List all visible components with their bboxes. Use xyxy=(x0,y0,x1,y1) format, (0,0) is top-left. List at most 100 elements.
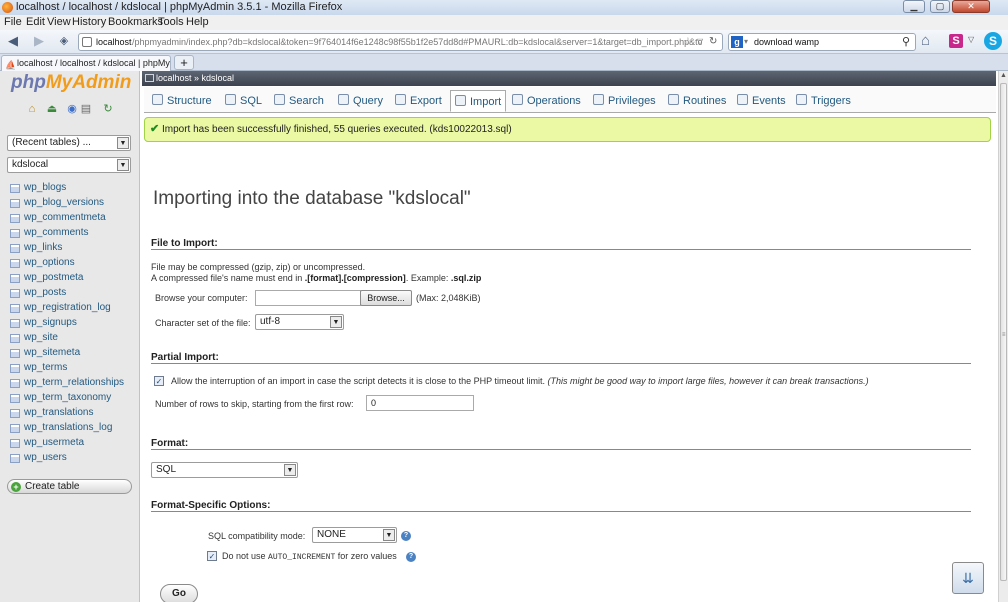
table-link[interactable]: wp_terms xyxy=(10,361,138,375)
no-auto-increment-label: Do not use AUTO_INCREMENT for zero value… xyxy=(222,551,397,562)
table-icon xyxy=(10,199,20,208)
menu-help[interactable]: Help xyxy=(186,15,209,30)
table-link[interactable]: wp_usermeta xyxy=(10,436,138,450)
table-link[interactable]: wp_commentmeta xyxy=(10,211,138,225)
documentation-icon[interactable]: ▤ xyxy=(80,103,92,115)
max-size-note: (Max: 2,048KiB) xyxy=(416,293,481,303)
search-engine-dropdown-icon[interactable]: ▾ xyxy=(744,34,748,50)
tab-structure[interactable]: Structure xyxy=(152,90,212,112)
reload-icon[interactable]: ↻ xyxy=(709,34,717,50)
format-select[interactable]: SQL ▼ xyxy=(151,462,298,478)
table-icon xyxy=(10,184,20,193)
table-link[interactable]: wp_registration_log xyxy=(10,301,138,315)
browser-tab[interactable]: ⛵ localhost / localhost / kdslocal | php… xyxy=(1,55,171,71)
address-bar[interactable]: localhost /phpmyadmin/index.php?db=kdslo… xyxy=(78,33,723,51)
export-icon xyxy=(395,94,406,105)
phpmyadmin-logo[interactable]: phpMyAdmin xyxy=(11,72,131,94)
tab-triggers[interactable]: Triggers xyxy=(796,90,851,112)
plus-icon: + xyxy=(11,482,21,492)
skip-rows-input[interactable]: 0 xyxy=(366,395,474,411)
database-select[interactable]: kdslocal ▼ xyxy=(7,157,131,173)
addon-s-icon[interactable]: S xyxy=(949,34,963,48)
tab-query[interactable]: Query xyxy=(338,90,383,112)
browse-button[interactable]: Browse... xyxy=(360,290,412,306)
home-icon[interactable]: ⌂ xyxy=(921,33,937,49)
history-dropdown-icon[interactable]: ▽ xyxy=(697,34,703,50)
menu-tools[interactable]: Tools xyxy=(158,15,184,30)
table-link[interactable]: wp_comments xyxy=(10,226,138,240)
logout-icon[interactable]: ⏏ xyxy=(46,103,58,115)
maximize-button[interactable]: ▢ xyxy=(930,0,950,13)
minimize-button[interactable]: ▁ xyxy=(903,0,925,13)
search-icon[interactable]: ⚲ xyxy=(902,34,910,50)
bookmark-star-icon[interactable]: ☆ xyxy=(683,34,693,50)
window-titlebar: localhost / localhost / kdslocal | phpMy… xyxy=(0,0,1008,15)
close-window-button[interactable]: ✕ xyxy=(952,0,990,13)
navigation-toolbar: ◀ ▶ ◈ localhost /phpmyadmin/index.php?db… xyxy=(0,30,1008,54)
scroll-up-icon[interactable]: ▲ xyxy=(999,71,1008,81)
table-link[interactable]: wp_posts xyxy=(10,286,138,300)
scrollbar-thumb[interactable]: ≡ xyxy=(1000,83,1007,581)
scroll-to-top-widget-icon[interactable]: ⇊ xyxy=(952,562,984,594)
search-input[interactable]: download wamp xyxy=(754,34,819,50)
tab-privileges[interactable]: Privileges xyxy=(593,90,656,112)
back-icon[interactable]: ◀ xyxy=(5,33,21,49)
table-link[interactable]: wp_blog_versions xyxy=(10,196,138,210)
menu-bookmarks[interactable]: Bookmarks xyxy=(108,15,163,30)
grip-icon: ≡ xyxy=(1002,332,1006,338)
menu-view[interactable]: View xyxy=(47,15,71,30)
forward-icon[interactable]: ▶ xyxy=(31,33,47,49)
new-tab-button[interactable]: + xyxy=(174,55,194,70)
server-icon xyxy=(145,74,154,82)
vertical-scrollbar[interactable]: ▲ ≡ xyxy=(998,71,1008,602)
site-identity-icon[interactable]: ◈ xyxy=(56,33,72,49)
go-button[interactable]: Go xyxy=(160,584,198,602)
no-auto-increment-checkbox[interactable]: ✓ xyxy=(207,551,217,561)
table-link[interactable]: wp_postmeta xyxy=(10,271,138,285)
skype-icon[interactable]: S xyxy=(984,32,1002,50)
table-link[interactable]: wp_options xyxy=(10,256,138,270)
compat-mode-select[interactable]: NONE ▼ xyxy=(312,527,397,543)
operations-icon xyxy=(512,94,523,105)
menu-edit[interactable]: Edit xyxy=(26,15,45,30)
format-heading: Format: xyxy=(151,438,189,449)
tab-operations[interactable]: Operations xyxy=(512,90,581,112)
file-path-field[interactable] xyxy=(255,290,361,306)
table-link[interactable]: wp_signups xyxy=(10,316,138,330)
allow-interrupt-checkbox[interactable]: ✓ xyxy=(154,376,164,386)
search-bar[interactable]: g ▾ download wamp ⚲ xyxy=(728,33,916,51)
tab-import[interactable]: Import xyxy=(450,90,507,112)
table-link[interactable]: wp_translations xyxy=(10,406,138,420)
phpmyadmin-favicon: ⛵ xyxy=(5,60,17,70)
table-link[interactable]: wp_term_taxonomy xyxy=(10,391,138,405)
tab-export[interactable]: Export xyxy=(395,90,442,112)
search-engine-icon[interactable]: g xyxy=(731,36,743,48)
table-link[interactable]: wp_site xyxy=(10,331,138,345)
browser-tab-label: localhost / localhost / kdslocal | phpMy… xyxy=(17,58,171,68)
query-window-icon[interactable]: ◉ xyxy=(66,103,78,115)
section-divider xyxy=(151,449,971,450)
home-icon[interactable]: ⌂ xyxy=(26,103,38,115)
help-icon[interactable]: ? xyxy=(406,552,416,562)
tab-sql[interactable]: SQL xyxy=(225,90,262,112)
addon-dropdown-icon[interactable]: ▽ xyxy=(968,35,974,44)
table-link[interactable]: wp_links xyxy=(10,241,138,255)
create-table-button[interactable]: + Create table xyxy=(7,479,132,494)
menu-file[interactable]: File xyxy=(4,15,22,30)
charset-select[interactable]: utf-8 ▼ xyxy=(255,314,344,330)
table-link[interactable]: wp_term_relationships xyxy=(10,376,138,390)
tab-events[interactable]: Events xyxy=(737,90,786,112)
table-link[interactable]: wp_sitemeta xyxy=(10,346,138,360)
table-icon xyxy=(10,334,20,343)
table-link[interactable]: wp_blogs xyxy=(10,181,138,195)
reload-navigation-icon[interactable]: ↻ xyxy=(102,103,114,115)
help-icon[interactable]: ? xyxy=(401,531,411,541)
tab-search[interactable]: Search xyxy=(274,90,324,112)
table-link[interactable]: wp_users xyxy=(10,451,138,465)
recent-tables-select[interactable]: (Recent tables) ... ▼ xyxy=(7,135,131,151)
table-link[interactable]: wp_translations_log xyxy=(10,421,138,435)
chevron-down-icon: ▼ xyxy=(383,529,395,541)
breadcrumb-text[interactable]: localhost » kdslocal xyxy=(156,73,234,83)
menu-history[interactable]: History xyxy=(72,15,106,30)
tab-routines[interactable]: Routines xyxy=(668,90,726,112)
